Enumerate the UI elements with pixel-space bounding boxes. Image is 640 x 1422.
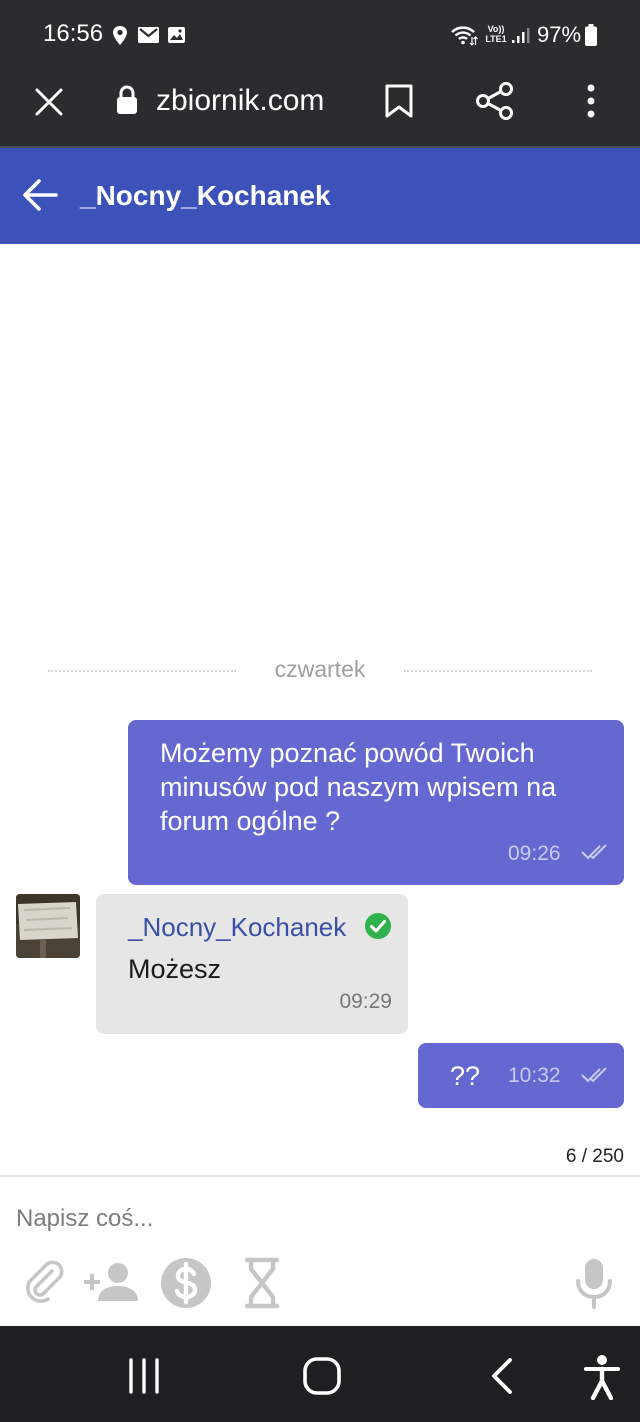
day-separator: czwartek: [274, 656, 366, 682]
message-incoming[interactable]: _Nocny_Kochanek Możesz 09:29: [96, 894, 408, 1034]
accessibility-icon[interactable]: [584, 1354, 620, 1400]
message-composer: Napisz coś...: [0, 1175, 640, 1327]
verified-check-icon: [365, 913, 391, 939]
arrow-left-icon[interactable]: [22, 178, 58, 212]
separator-line-left: [48, 670, 236, 672]
double-check-icon: [581, 844, 607, 860]
avatar[interactable]: [16, 894, 80, 958]
message-outgoing[interactable]: ?? 10:32: [418, 1043, 624, 1108]
back-icon[interactable]: [488, 1356, 516, 1396]
message-text: Możemy poznać powód Twoich minusów pod n…: [160, 738, 557, 836]
location-icon: [113, 26, 127, 45]
message-time: 09:26: [508, 842, 561, 865]
microphone-icon[interactable]: [576, 1257, 612, 1309]
message-text: ??: [450, 1061, 481, 1091]
battery-percent: 97%: [537, 22, 582, 47]
close-icon[interactable]: [34, 87, 64, 117]
url-text[interactable]: zbiornik.com: [156, 84, 324, 118]
message-input[interactable]: Napisz coś...: [16, 1205, 536, 1233]
add-person-icon[interactable]: [82, 1261, 140, 1303]
volte-icon: Vo)) LTE1: [483, 24, 509, 46]
system-nav-bar: [0, 1326, 640, 1422]
char-counter: 6 / 250: [565, 1146, 624, 1167]
message-outgoing[interactable]: Możemy poznać powód Twoich minusów pod n…: [128, 720, 624, 885]
lte-label: LTE1: [485, 34, 507, 44]
lock-icon: [117, 85, 137, 114]
home-icon[interactable]: [302, 1356, 342, 1396]
more-vert-icon[interactable]: [584, 83, 598, 119]
separator-line-right: [404, 670, 592, 672]
hourglass-icon[interactable]: [244, 1257, 280, 1309]
wifi-icon: [451, 26, 478, 46]
dollar-icon[interactable]: [160, 1257, 212, 1309]
avatar-photo: [16, 894, 80, 958]
message-time: 09:29: [339, 990, 392, 1013]
bookmark-icon[interactable]: [384, 83, 414, 119]
mail-icon: [138, 27, 159, 43]
volte-label: Vo)): [487, 24, 505, 34]
share-icon[interactable]: [476, 82, 514, 120]
image-icon: [168, 27, 185, 43]
signal-icon: [512, 28, 530, 43]
browser-toolbar: zbiornik.com: [0, 70, 640, 148]
chat-header: _Nocny_Kochanek: [0, 148, 640, 244]
battery-icon: [585, 24, 597, 46]
chat-title: _Nocny_Kochanek: [80, 180, 331, 211]
status-bar: 16:56 Vo)) LTE1 97%: [0, 0, 640, 70]
double-check-icon: [581, 1067, 607, 1083]
recents-icon[interactable]: [126, 1358, 162, 1394]
status-time: 16:56: [43, 20, 104, 47]
paperclip-icon[interactable]: [22, 1259, 66, 1303]
message-text: Możesz: [128, 954, 222, 984]
message-sender[interactable]: _Nocny_Kochanek: [128, 912, 346, 943]
message-time: 10:32: [508, 1064, 561, 1087]
